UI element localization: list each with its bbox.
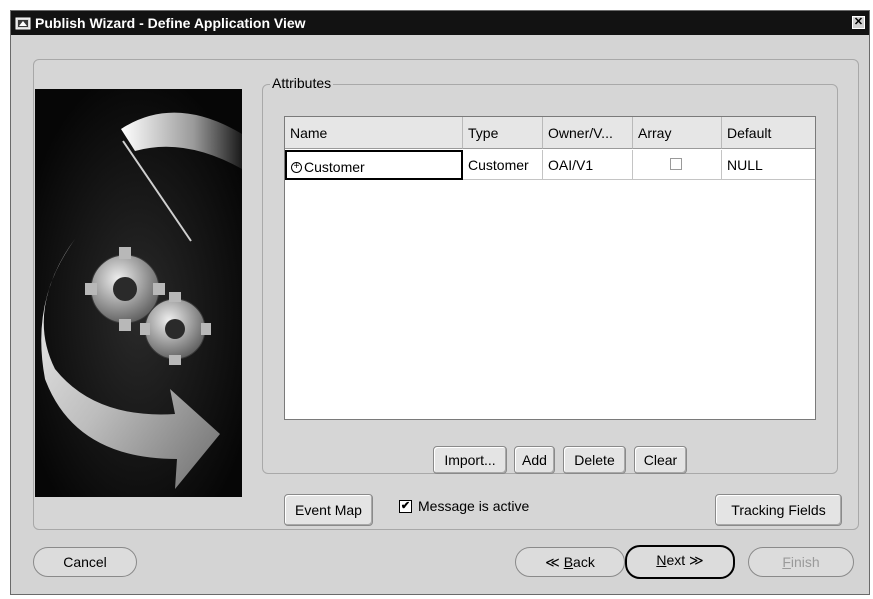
next-arrow-icon: ≫ [689, 552, 704, 568]
finish-button[interactable]: Finish [748, 547, 854, 577]
import-button[interactable]: Import... [433, 446, 507, 474]
gears-illustration-icon [35, 89, 242, 497]
table-row-default-cell[interactable]: NULL [722, 150, 815, 180]
row-name: Customer [304, 159, 365, 175]
column-header-owner[interactable]: Owner/V... [543, 117, 633, 149]
message-active-checkbox[interactable]: ✔ [399, 500, 412, 513]
title-bar: Publish Wizard - Define Application View… [11, 11, 869, 35]
delete-button[interactable]: Delete [563, 446, 626, 474]
attributes-table[interactable]: Name Type Owner/V... Array Default + Cust… [284, 116, 816, 420]
event-map-button[interactable]: Event Map [284, 494, 373, 526]
table-row-array-cell[interactable] [633, 150, 722, 180]
close-icon[interactable]: ✕ [852, 16, 865, 29]
array-checkbox[interactable] [670, 158, 682, 170]
tracking-fields-button[interactable]: Tracking Fields [715, 494, 842, 526]
expand-icon[interactable]: + [291, 161, 302, 173]
column-header-type[interactable]: Type [463, 117, 543, 149]
back-button[interactable]: ≪ Back [515, 547, 625, 577]
cancel-button[interactable]: Cancel [33, 547, 137, 577]
next-button[interactable]: Next ≫ [625, 545, 735, 579]
column-header-array[interactable]: Array [633, 117, 722, 149]
table-row-owner-cell[interactable]: OAI/V1 [543, 150, 633, 180]
column-header-default[interactable]: Default [722, 117, 815, 149]
wizard-illustration [35, 89, 242, 497]
column-header-name[interactable]: Name [285, 117, 463, 149]
table-row-name-cell[interactable]: + Customer [285, 150, 463, 180]
back-arrow-icon: ≪ [545, 554, 560, 570]
window-title: Publish Wizard - Define Application View [35, 15, 306, 31]
message-active-label[interactable]: Message is active [418, 498, 529, 514]
app-icon [15, 17, 31, 30]
table-row-type-cell[interactable]: Customer [463, 150, 543, 180]
add-button[interactable]: Add [514, 446, 555, 474]
attributes-group-label: Attributes [270, 75, 334, 91]
clear-button[interactable]: Clear [634, 446, 687, 474]
